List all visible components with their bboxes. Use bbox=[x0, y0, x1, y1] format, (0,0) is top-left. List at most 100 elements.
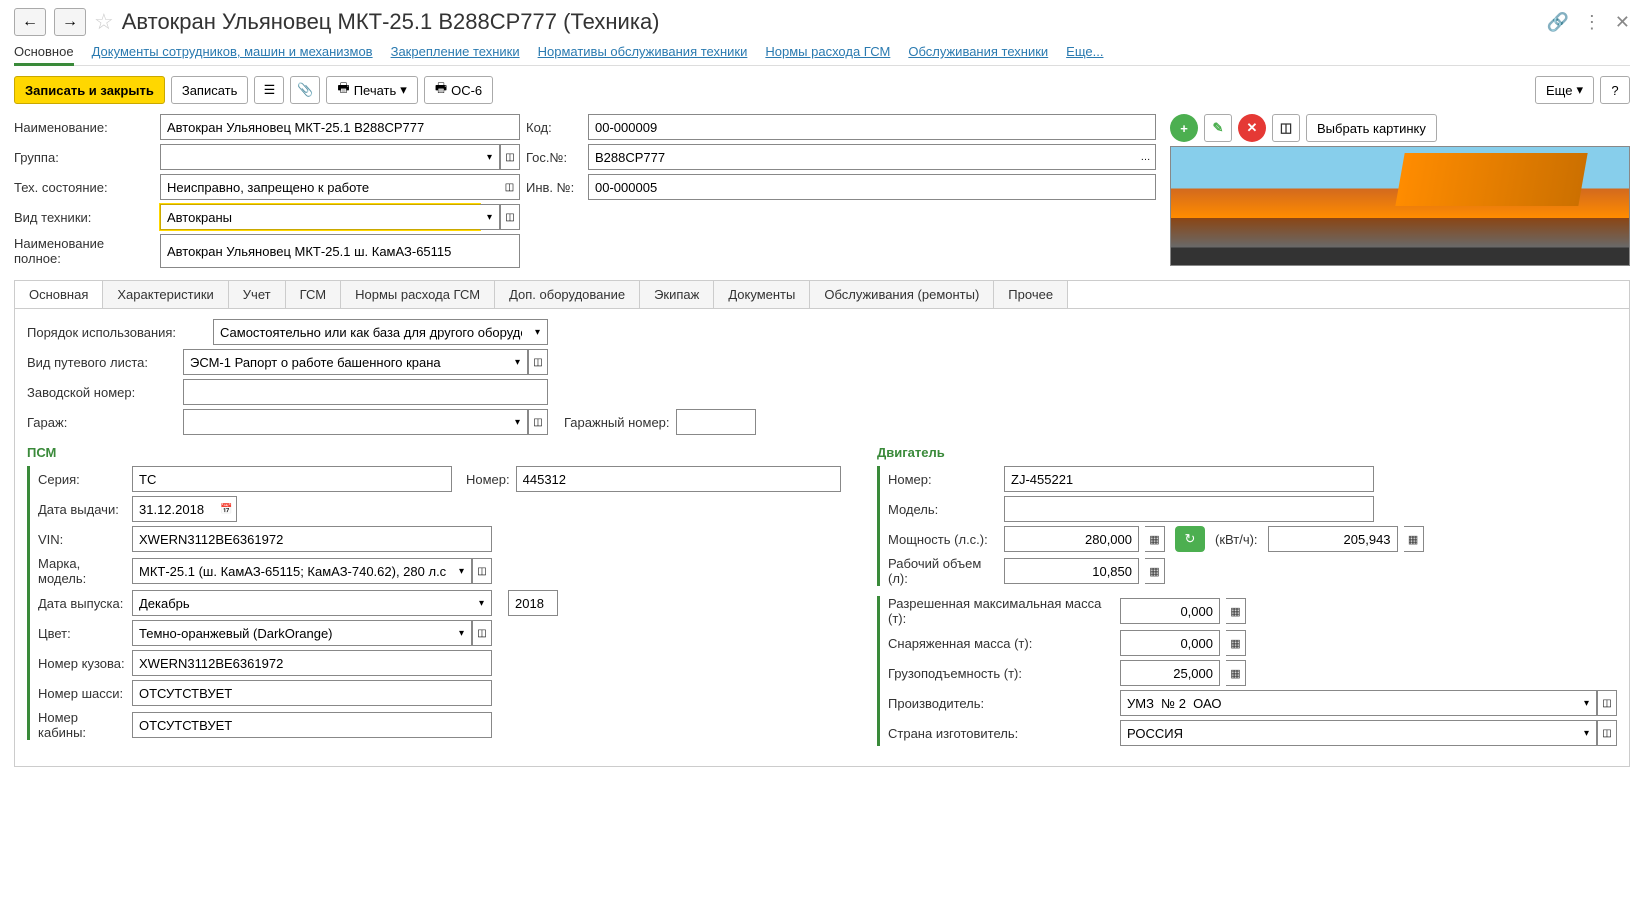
calc-icon[interactable]: ▦ bbox=[1145, 526, 1165, 552]
nav-docs[interactable]: Документы сотрудников, машин и механизмо… bbox=[92, 44, 373, 59]
cabin-input[interactable] bbox=[132, 712, 492, 738]
calc-icon-5[interactable]: ▦ bbox=[1226, 630, 1246, 656]
full-input[interactable] bbox=[160, 234, 520, 268]
os6-button[interactable]: 🖶 ОС-6 bbox=[424, 76, 493, 104]
refresh-icon[interactable]: ↻ bbox=[1175, 526, 1205, 552]
garage-num-input[interactable] bbox=[676, 409, 756, 435]
usage-input[interactable] bbox=[213, 319, 528, 345]
vin-input[interactable] bbox=[132, 526, 492, 552]
type-dropdown-icon[interactable]: ▾ bbox=[480, 204, 500, 230]
tab-other[interactable]: Прочее bbox=[994, 281, 1068, 308]
eng-num-input[interactable] bbox=[1004, 466, 1374, 492]
list-icon[interactable]: ☰ bbox=[254, 76, 284, 104]
help-button[interactable]: ? bbox=[1600, 76, 1630, 104]
maker-input[interactable] bbox=[1120, 690, 1577, 716]
factory-input[interactable] bbox=[183, 379, 548, 405]
calc-icon-6[interactable]: ▦ bbox=[1226, 660, 1246, 686]
maker-dropdown-icon[interactable]: ▾ bbox=[1577, 690, 1597, 716]
tab-gsm[interactable]: ГСМ bbox=[286, 281, 342, 308]
year-input[interactable] bbox=[508, 590, 558, 616]
calc-icon-4[interactable]: ▦ bbox=[1226, 598, 1246, 624]
calc-icon-2[interactable]: ▦ bbox=[1404, 526, 1424, 552]
state-input[interactable] bbox=[160, 174, 500, 200]
country-input[interactable] bbox=[1120, 720, 1577, 746]
vol-input[interactable] bbox=[1004, 558, 1139, 584]
type-input[interactable] bbox=[160, 204, 480, 230]
body-label: Номер кузова: bbox=[38, 656, 126, 671]
maker-open-icon[interactable]: ◫ bbox=[1597, 690, 1617, 716]
tab-docs[interactable]: Документы bbox=[714, 281, 810, 308]
group-open-icon[interactable]: ◫ bbox=[500, 144, 520, 170]
kwh-input[interactable] bbox=[1268, 526, 1398, 552]
nav-main[interactable]: Основное bbox=[14, 44, 74, 66]
nav-service[interactable]: Обслуживания техники bbox=[908, 44, 1048, 59]
model-input[interactable] bbox=[132, 558, 452, 584]
nav-fuel[interactable]: Нормы расхода ГСМ bbox=[765, 44, 890, 59]
tab-equip[interactable]: Доп. оборудование bbox=[495, 281, 640, 308]
waybill-open-icon[interactable]: ◫ bbox=[528, 349, 548, 375]
delete-pic-button[interactable]: ✕ bbox=[1238, 114, 1266, 142]
num-input[interactable] bbox=[516, 466, 841, 492]
country-dropdown-icon[interactable]: ▾ bbox=[1577, 720, 1597, 746]
edit-pic-button[interactable]: ✎ bbox=[1204, 114, 1232, 142]
gos-more-icon[interactable]: … bbox=[1136, 144, 1156, 170]
link-icon[interactable]: 🔗 bbox=[1546, 12, 1568, 33]
garage-open-icon[interactable]: ◫ bbox=[528, 409, 548, 435]
month-dropdown-icon[interactable]: ▾ bbox=[472, 590, 492, 616]
calc-icon-3[interactable]: ▦ bbox=[1145, 558, 1165, 584]
maxmass-input[interactable] bbox=[1120, 598, 1220, 624]
type-open-icon[interactable]: ◫ bbox=[500, 204, 520, 230]
nav-assign[interactable]: Закрепление техники bbox=[391, 44, 520, 59]
more-button[interactable]: Еще ▾ bbox=[1535, 76, 1594, 104]
nav-more[interactable]: Еще... bbox=[1066, 44, 1103, 59]
favorite-star-icon[interactable]: ☆ bbox=[94, 9, 114, 35]
chassis-input[interactable] bbox=[132, 680, 492, 706]
tab-main[interactable]: Основная bbox=[15, 281, 103, 308]
popout-pic-button[interactable]: ◫ bbox=[1272, 114, 1300, 142]
tab-char[interactable]: Характеристики bbox=[103, 281, 228, 308]
calendar-icon[interactable]: 📅 bbox=[217, 496, 237, 522]
month-input[interactable] bbox=[132, 590, 472, 616]
country-open-icon[interactable]: ◫ bbox=[1597, 720, 1617, 746]
garage-input[interactable] bbox=[183, 409, 508, 435]
model-dropdown-icon[interactable]: ▾ bbox=[452, 558, 472, 584]
nav-norms[interactable]: Нормативы обслуживания техники bbox=[538, 44, 748, 59]
eng-model-input[interactable] bbox=[1004, 496, 1374, 522]
kebab-icon[interactable]: ⋮ bbox=[1583, 12, 1601, 33]
inv-input[interactable] bbox=[588, 174, 1156, 200]
print-button[interactable]: 🖶 Печать ▾ bbox=[326, 76, 417, 104]
back-button[interactable]: ← bbox=[14, 8, 46, 36]
tab-gsm-norm[interactable]: Нормы расхода ГСМ bbox=[341, 281, 495, 308]
curbmass-input[interactable] bbox=[1120, 630, 1220, 656]
color-input[interactable] bbox=[132, 620, 452, 646]
garage-dropdown-icon[interactable]: ▾ bbox=[508, 409, 528, 435]
choose-pic-button[interactable]: Выбрать картинку bbox=[1306, 114, 1437, 142]
color-open-icon[interactable]: ◫ bbox=[472, 620, 492, 646]
waybill-input[interactable] bbox=[183, 349, 508, 375]
save-close-button[interactable]: Записать и закрыть bbox=[14, 76, 165, 104]
name-input[interactable] bbox=[160, 114, 520, 140]
state-open-icon[interactable]: ◫ bbox=[500, 174, 520, 200]
power-input[interactable] bbox=[1004, 526, 1139, 552]
tab-acc[interactable]: Учет bbox=[229, 281, 286, 308]
issue-input[interactable] bbox=[132, 496, 217, 522]
close-icon[interactable]: ✕ bbox=[1615, 12, 1630, 33]
tab-crew[interactable]: Экипаж bbox=[640, 281, 714, 308]
group-dropdown-icon[interactable]: ▾ bbox=[480, 144, 500, 170]
waybill-dropdown-icon[interactable]: ▾ bbox=[508, 349, 528, 375]
gos-input[interactable] bbox=[588, 144, 1136, 170]
section-nav: Основное Документы сотрудников, машин и … bbox=[14, 44, 1630, 66]
series-input[interactable] bbox=[132, 466, 452, 492]
forward-button[interactable]: → bbox=[54, 8, 86, 36]
attach-icon[interactable]: 📎 bbox=[290, 76, 320, 104]
save-button[interactable]: Записать bbox=[171, 76, 249, 104]
code-input[interactable] bbox=[588, 114, 1156, 140]
add-pic-button[interactable]: + bbox=[1170, 114, 1198, 142]
group-input[interactable] bbox=[160, 144, 480, 170]
color-dropdown-icon[interactable]: ▾ bbox=[452, 620, 472, 646]
model-open-icon[interactable]: ◫ bbox=[472, 558, 492, 584]
usage-dropdown-icon[interactable]: ▾ bbox=[528, 319, 548, 345]
capacity-input[interactable] bbox=[1120, 660, 1220, 686]
tab-maint[interactable]: Обслуживания (ремонты) bbox=[810, 281, 994, 308]
body-input[interactable] bbox=[132, 650, 492, 676]
